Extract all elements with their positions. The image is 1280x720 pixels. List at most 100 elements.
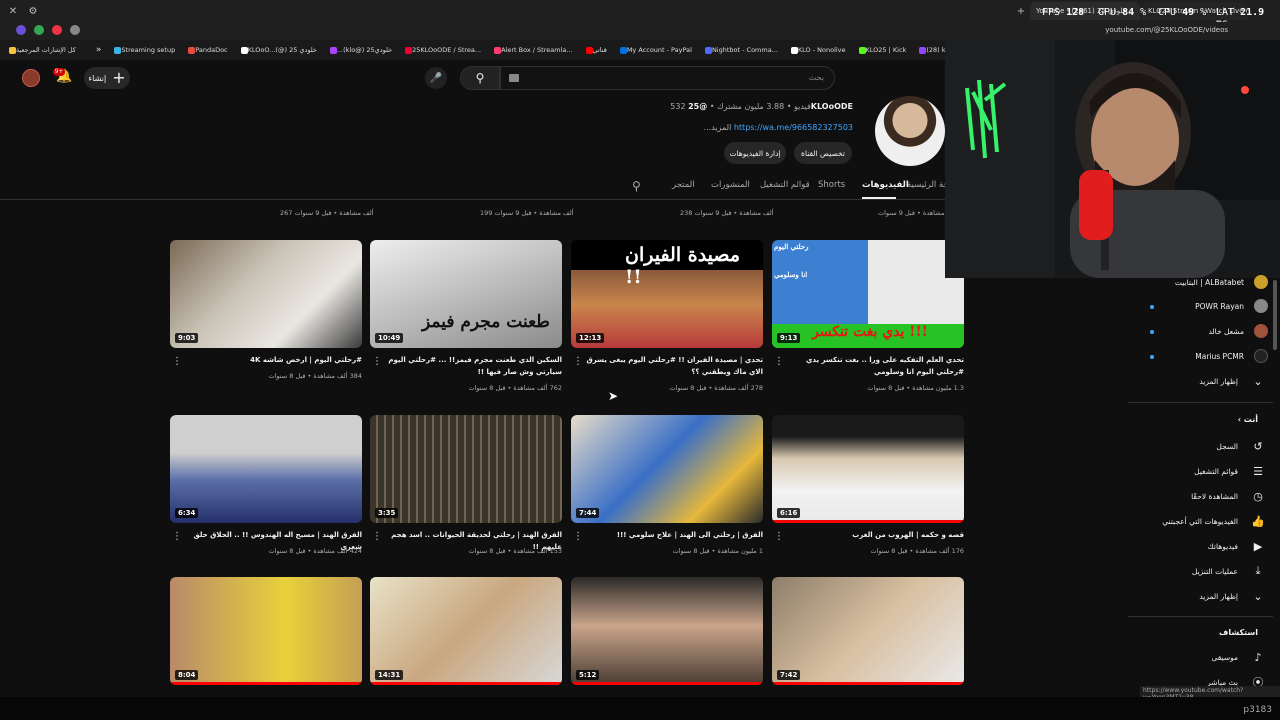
video-title[interactable]: السكين الذي طعنت مجرم فيمز!! ... #رحلتي … <box>382 354 562 378</box>
you-section-header[interactable]: ‹ أنت <box>1128 415 1258 424</box>
channel-avatar[interactable] <box>875 96 945 166</box>
more-options-icon[interactable]: ⋮ <box>372 531 382 542</box>
channel-description[interactable]: ...المزيد https://wa.me/966582327503 <box>600 123 853 132</box>
search-button[interactable]: ⚲ <box>460 66 500 90</box>
tab-playlists[interactable]: قوائم التشغيل <box>760 180 810 190</box>
bookmark-label: Streaming setup <box>121 46 176 54</box>
video-card[interactable]: 7:42 <box>772 577 964 685</box>
video-card[interactable]: 5:12 <box>571 577 763 685</box>
video-card[interactable]: 9:03 ⋮ #رحلتي اليوم | ارخص شاشه 4K 384 أ… <box>170 240 362 390</box>
more-link[interactable]: ...المزيد <box>704 123 732 132</box>
video-duration: 7:42 <box>777 670 801 680</box>
video-title[interactable]: قصه و حكمه | الهروب من الغرب <box>784 529 964 541</box>
new-tab-icon[interactable]: + <box>1014 4 1028 18</box>
video-meta: 384 ألف مشاهدة • قبل 8 سنوات <box>268 372 362 380</box>
sidebar-item-downloads[interactable]: عمليات التنزيل ⤓ <box>1128 560 1268 582</box>
manage-videos-button[interactable]: إدارة الفيديوهات <box>724 142 786 164</box>
address-bar[interactable]: youtube.com/@25KLOoODE/videos <box>1105 26 1228 34</box>
video-thumbnail[interactable]: 8:04 <box>170 577 362 685</box>
sidebar-item-watch-later[interactable]: المشاهدة لاحقًا ◷ <box>1128 485 1268 507</box>
video-card[interactable]: طعنت مجرم فيمز 10:49 ⋮ السكين الذي طعنت … <box>370 240 562 392</box>
sidebar-scrollbar[interactable] <box>1273 280 1277 350</box>
bookmark-item[interactable]: KLO25 | Kick <box>856 46 906 54</box>
tab-posts[interactable]: المنشورات <box>711 180 750 190</box>
channel-search-icon[interactable]: ⚲ <box>632 179 641 193</box>
create-button[interactable]: إنشاء + <box>84 67 130 89</box>
more-options-icon[interactable]: ⋮ <box>172 356 182 367</box>
bookmarks-overflow-icon[interactable]: » <box>96 45 102 55</box>
subscription-item[interactable]: البتابيت | ALBatabet <box>1128 271 1268 293</box>
bookmark-item[interactable]: PandaDoc <box>185 46 228 54</box>
customize-channel-button[interactable]: تخصيص القناة <box>794 142 852 164</box>
voice-search-mic-icon[interactable]: 🎤 <box>425 67 447 89</box>
more-options-icon[interactable]: ⋮ <box>774 531 784 542</box>
bookmark-label: My Account - PayPal <box>626 46 692 54</box>
bookmark-item[interactable]: قناتي <box>583 46 607 54</box>
bookmark-item[interactable]: KLO - Nonolive <box>788 46 846 54</box>
tab-videos[interactable]: الفيديوهات <box>862 180 909 190</box>
video-card[interactable]: 14:31 <box>370 577 562 685</box>
video-card[interactable]: 7:44 ⋮ الفرق | رحلتي الى الهند | علاج سل… <box>571 415 763 560</box>
video-title[interactable]: #رحلتي اليوم | ارخص شاشه 4K <box>182 354 362 366</box>
bookmark-item[interactable]: Nightbot - Comma... <box>702 46 778 54</box>
more-options-icon[interactable]: ⋮ <box>573 531 583 542</box>
video-title[interactable]: تحدي | مصيدة الفيران !! #رحلتي اليوم يبغ… <box>583 354 763 378</box>
sidebar-item-liked[interactable]: الفيديوهات التي أعجبتني 👍 <box>1128 510 1268 532</box>
settings-icon[interactable]: ⚙ <box>26 4 40 18</box>
extension-icon[interactable] <box>52 25 62 35</box>
show-more-subscriptions[interactable]: إظهار المزيد ⌄ <box>1128 370 1268 392</box>
video-thumbnail[interactable]: 7:42 <box>772 577 964 685</box>
extension-icon[interactable] <box>34 25 44 35</box>
show-more-you[interactable]: إظهار المزيد ⌄ <box>1128 585 1268 607</box>
video-thumbnail[interactable]: 7:44 <box>571 415 763 523</box>
bookmark-item[interactable]: 25KLOoODE / Strea... <box>402 46 481 54</box>
video-card[interactable]: 8:04 <box>170 577 362 685</box>
tab-shorts[interactable]: Shorts <box>818 180 845 190</box>
video-thumbnail[interactable]: 9:03 <box>170 240 362 348</box>
video-thumbnail[interactable]: طعنت مجرم فيمز 10:49 <box>370 240 562 348</box>
webcam-illustration <box>945 40 1280 278</box>
keyboard-icon[interactable] <box>509 74 519 82</box>
video-card[interactable]: 3:35 ⋮ الفرق الهند | رحلتي لحديقة الحيوا… <box>370 415 562 560</box>
video-thumbnail[interactable]: 6:16 <box>772 415 964 523</box>
channel-link[interactable]: https://wa.me/966582327503 <box>734 123 853 132</box>
video-title[interactable]: الفرق | رحلتي الى الهند | علاج سلومي !!! <box>583 529 763 541</box>
account-avatar[interactable] <box>22 69 40 87</box>
video-thumbnail[interactable]: مصيدة الفيران !! 12:13 <box>571 240 763 348</box>
star-icon[interactable] <box>70 25 80 35</box>
bookmark-label: KLOoO...(@) خلودي 25 <box>247 46 317 54</box>
subscription-item[interactable]: مشعل خالد <box>1128 320 1268 342</box>
extension-icon[interactable] <box>16 25 26 35</box>
more-options-icon[interactable]: ⋮ <box>573 356 583 367</box>
video-thumbnail[interactable]: 3:35 <box>370 415 562 523</box>
video-thumbnail[interactable]: 5:12 <box>571 577 763 685</box>
close-icon[interactable]: ✕ <box>6 4 20 18</box>
video-thumbnail[interactable]: 6:34 <box>170 415 362 523</box>
bookmark-item[interactable]: KLOoO...(@) خلودي 25 <box>238 46 317 54</box>
bookmark-item[interactable]: كل الإشارات المرجعية <box>6 46 76 54</box>
video-card[interactable]: رحلتي اليوم انا وسلومي يدي بغت تنكسر !!!… <box>772 240 964 392</box>
tab-store[interactable]: المتجر <box>672 180 695 190</box>
video-thumbnail[interactable]: 14:31 <box>370 577 562 685</box>
video-card[interactable]: مصيدة الفيران !! 12:13 ⋮ تحدي | مصيدة ال… <box>571 240 763 392</box>
sidebar-item-your-videos[interactable]: فيديوهاتك ▶ <box>1128 535 1268 557</box>
bookmark-item[interactable]: Streaming setup <box>111 46 175 54</box>
more-options-icon[interactable]: ⋮ <box>172 531 182 542</box>
subscription-item[interactable]: Marius PCMR <box>1128 345 1268 367</box>
search-input[interactable]: بحث <box>500 66 835 90</box>
video-thumbnail[interactable]: رحلتي اليوم انا وسلومي يدي بغت تنكسر !!!… <box>772 240 964 348</box>
bookmark-item[interactable]: Alert Box / Streamla... <box>491 46 573 54</box>
sidebar-item-music[interactable]: موسيقى ♪ <box>1128 646 1268 668</box>
more-options-icon[interactable]: ⋮ <box>372 356 382 367</box>
subscription-name: Marius PCMR <box>1195 351 1244 361</box>
bookmark-item[interactable]: ...(klo@) خلودي25 <box>327 46 392 54</box>
subscription-item[interactable]: POWR Rayan <box>1128 295 1268 317</box>
video-card[interactable]: 6:34 ⋮ الفرق الهند | مسبح اله الهندوس !!… <box>170 415 362 560</box>
more-options-icon[interactable]: ⋮ <box>774 356 784 367</box>
watch-progress-bar <box>571 682 763 685</box>
sidebar-item-history[interactable]: السجل ↺ <box>1128 435 1268 457</box>
video-title[interactable]: تحدي العلم التفكيه على ورا .. بغت تنكسر … <box>784 354 964 378</box>
bookmark-item[interactable]: My Account - PayPal <box>617 46 692 54</box>
sidebar-item-playlists[interactable]: قوائم التشغيل ☰ <box>1128 460 1268 482</box>
video-card[interactable]: 6:16 ⋮ قصه و حكمه | الهروب من الغرب 176 … <box>772 415 964 560</box>
